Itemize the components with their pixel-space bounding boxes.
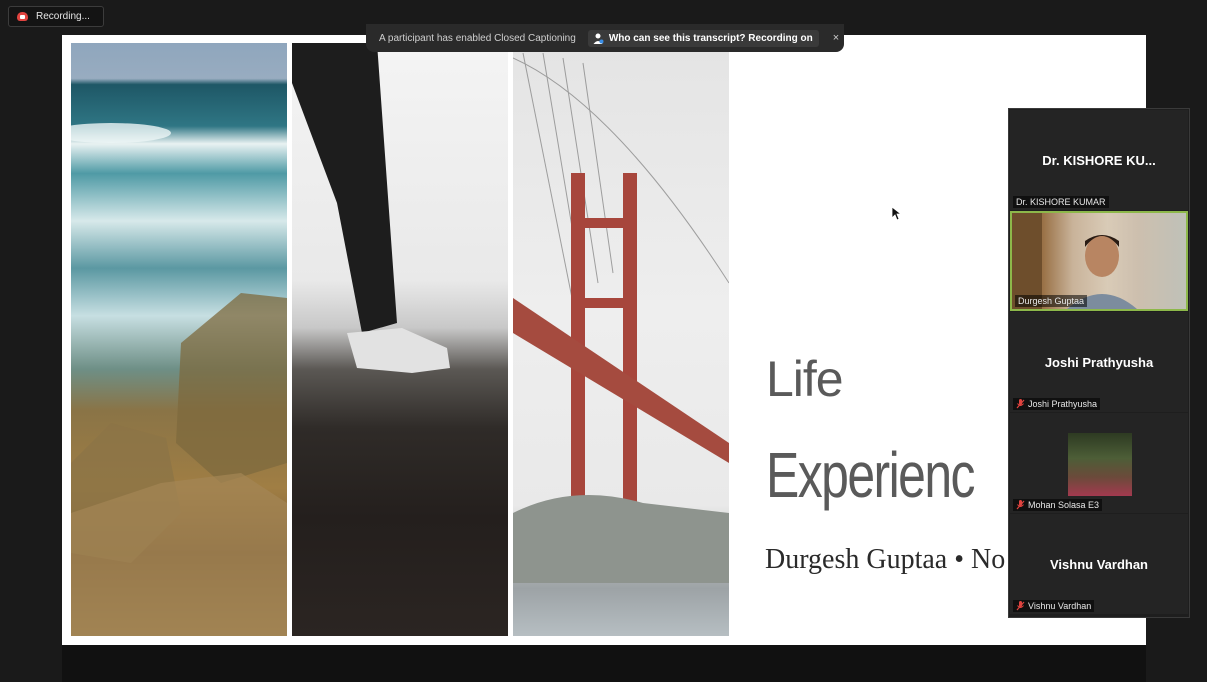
participant-avatar: [1068, 433, 1132, 496]
cloud-record-icon: [16, 11, 29, 22]
participant-display-name: Vishnu Vardhan: [1049, 557, 1148, 572]
recording-indicator[interactable]: Recording...: [8, 6, 104, 27]
bottom-bar: [62, 645, 1146, 682]
participant-display-name: Dr. KISHORE KU...: [1042, 153, 1156, 168]
participant-tile[interactable]: Mohan Solasa E3: [1010, 413, 1188, 513]
participant-display-name: Joshi Prathyusha: [1044, 355, 1154, 370]
participant-name-label: Vishnu Vardhan: [1013, 600, 1095, 612]
participant-name-label: Durgesh Guptaa: [1015, 295, 1088, 307]
mouse-cursor-icon: [892, 207, 902, 221]
close-icon[interactable]: ×: [833, 32, 839, 44]
mic-muted-icon: [1016, 601, 1025, 611]
participant-tile[interactable]: Dr. KISHORE KU... Dr. KISHORE KUMAR: [1010, 110, 1188, 210]
user-icon: [593, 33, 604, 44]
participant-name-label: Mohan Solasa E3: [1013, 499, 1103, 511]
participant-video-tile[interactable]: Durgesh Guptaa: [1010, 211, 1188, 311]
slide-image-ocean: [71, 43, 287, 636]
slide-title-line1: Life: [766, 351, 844, 407]
transcript-visibility-button[interactable]: Who can see this transcript? Recording o…: [587, 29, 819, 47]
mic-muted-icon: [1016, 500, 1025, 510]
participant-tile[interactable]: Joshi Prathyusha Joshi Prathyusha: [1010, 312, 1188, 412]
participant-tile[interactable]: Vishnu Vardhan Vishnu Vardhan: [1010, 514, 1188, 614]
participant-name-label: Joshi Prathyusha: [1013, 398, 1101, 410]
recording-label: Recording...: [36, 11, 90, 22]
transcript-button-label: Who can see this transcript? Recording o…: [608, 32, 813, 44]
participant-name-label: Dr. KISHORE KUMAR: [1013, 196, 1109, 208]
caption-notification: A participant has enabled Closed Caption…: [366, 24, 844, 52]
slide-image-bridge: [513, 43, 729, 636]
participants-panel: Dr. KISHORE KU... Dr. KISHORE KUMAR Durg…: [1008, 108, 1190, 618]
mic-muted-icon: [1016, 399, 1025, 409]
slide-subtitle: Durgesh Guptaa • No: [765, 544, 1006, 575]
slide-image-shoe: [292, 43, 508, 636]
caption-notice-text: A participant has enabled Closed Caption…: [379, 32, 576, 44]
slide-title-line2: Experienc: [766, 439, 976, 511]
